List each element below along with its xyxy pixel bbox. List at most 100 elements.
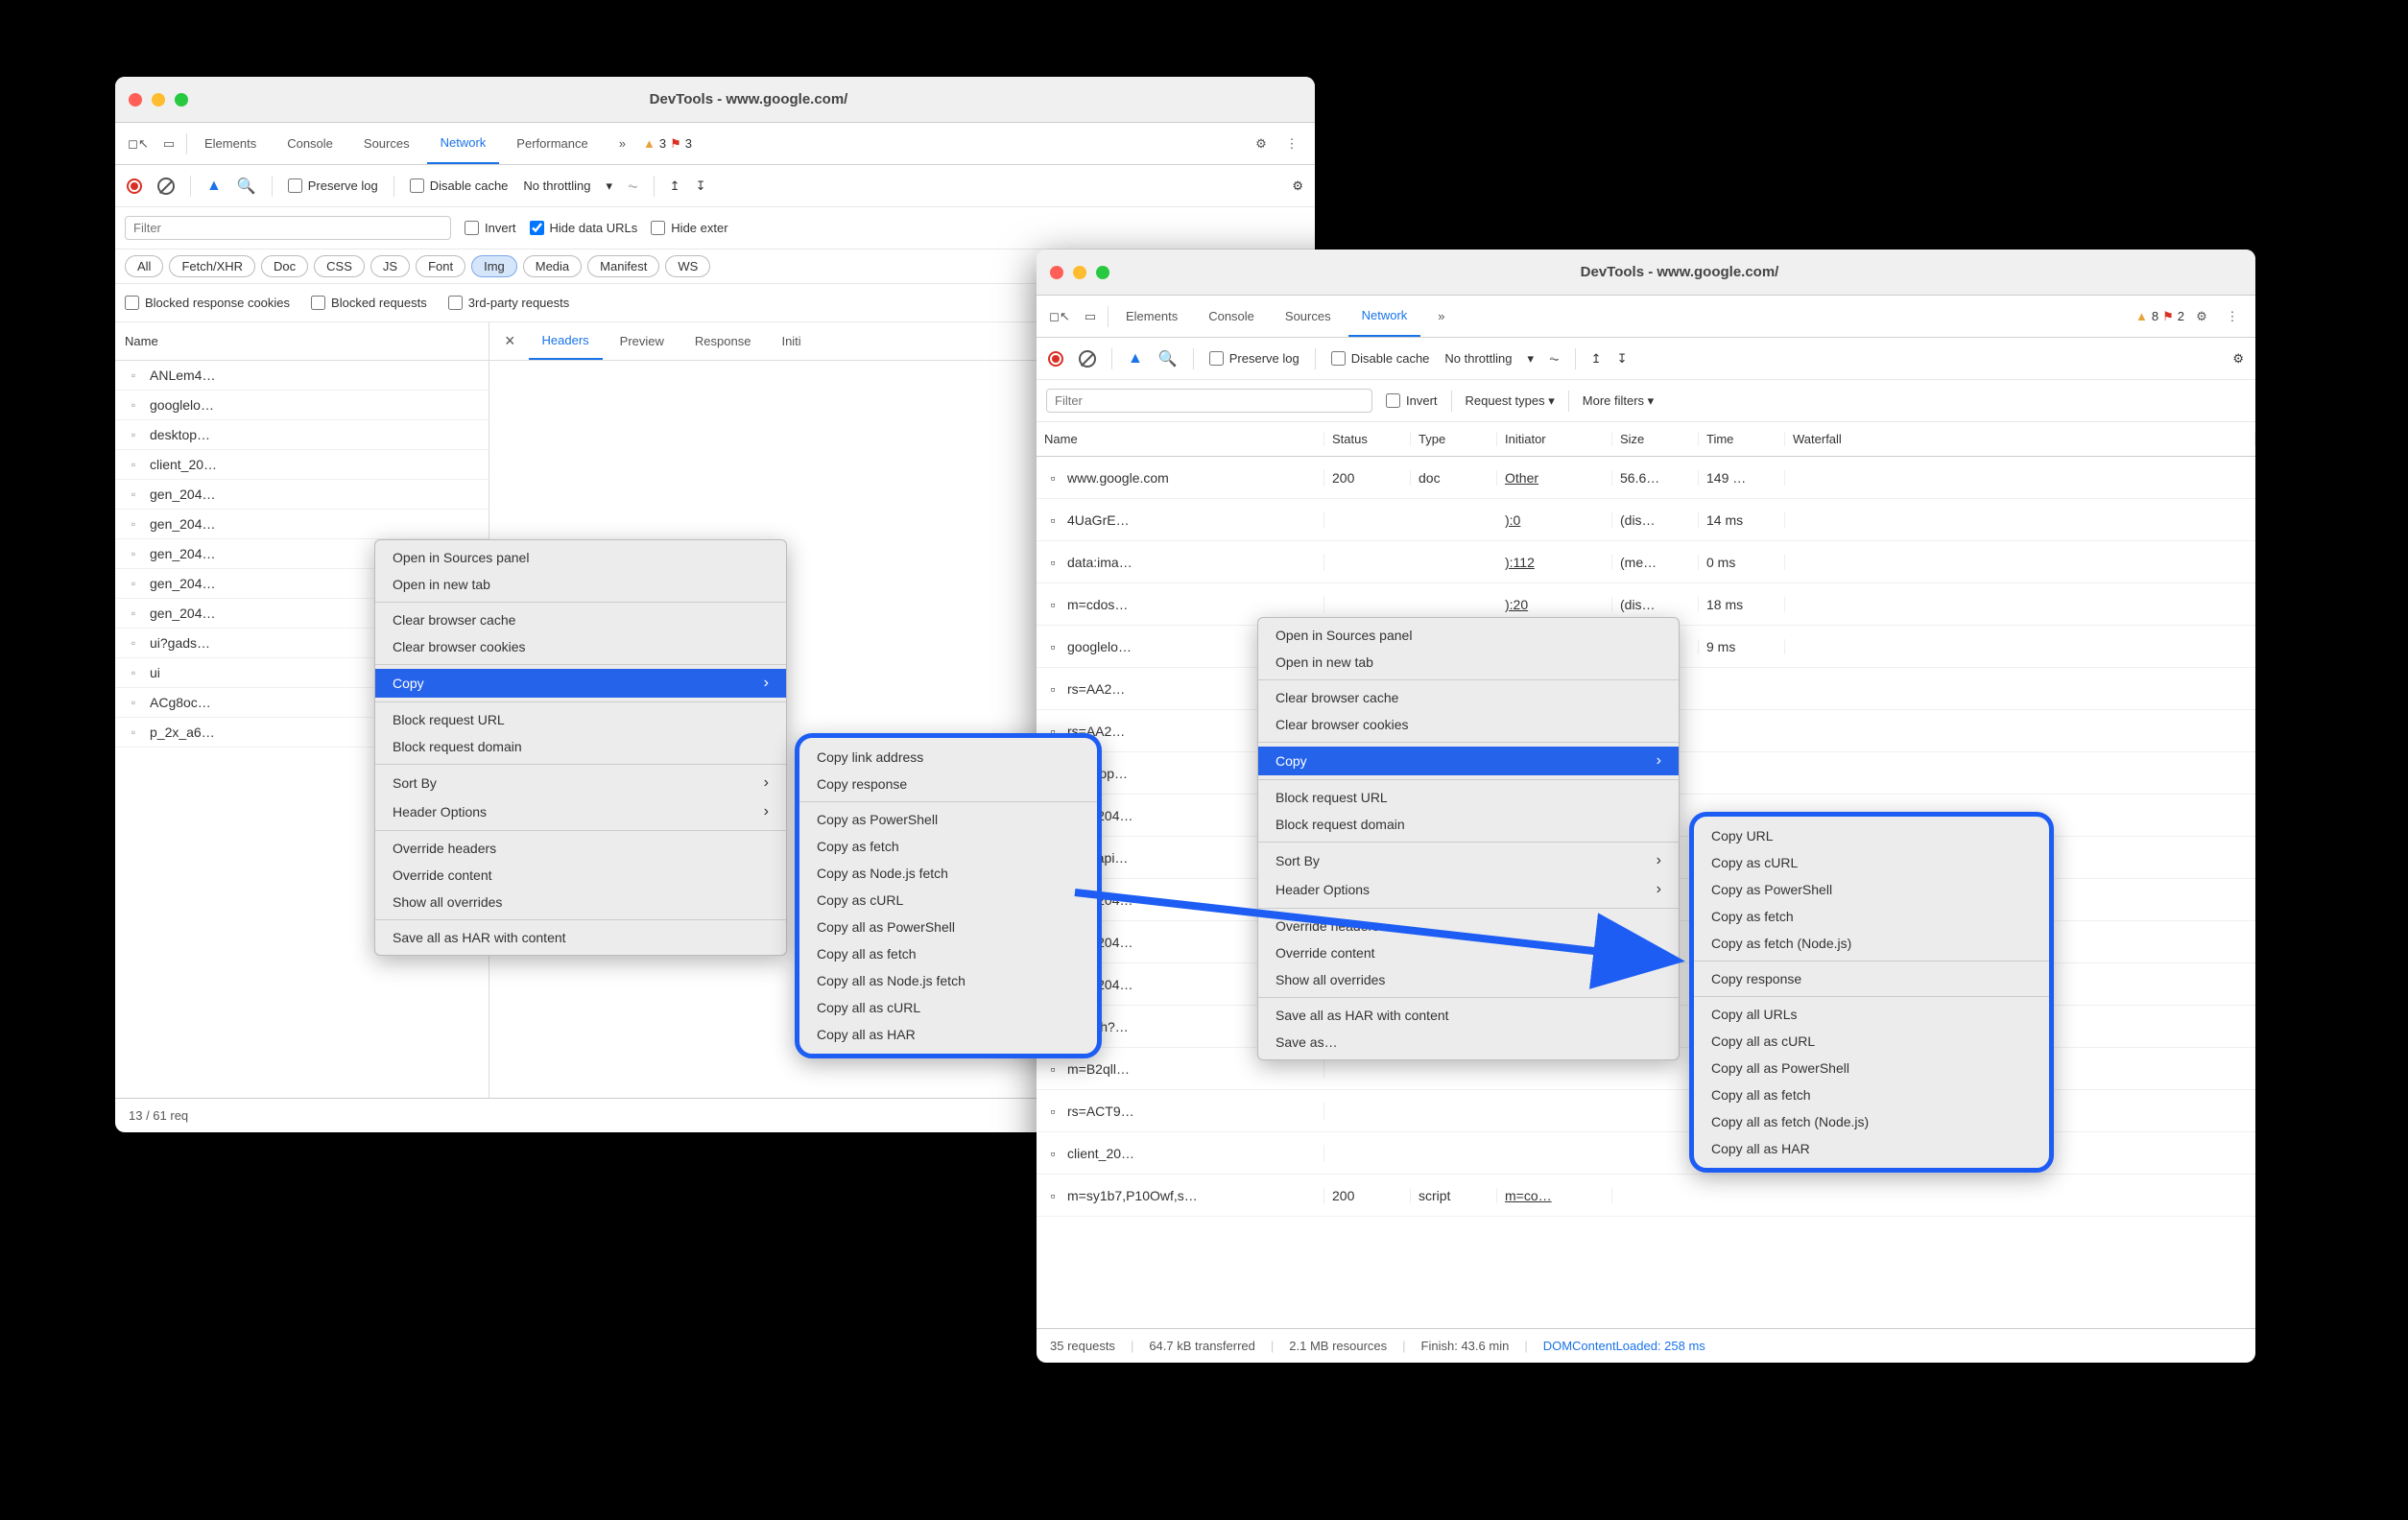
request-row[interactable]: ▫www.google.com200docOther56.6…149 …: [1037, 457, 2255, 499]
invert-cb[interactable]: Invert: [465, 221, 516, 235]
dtab-preview[interactable]: Preview: [607, 322, 678, 360]
hide-data-urls-cb[interactable]: Hide data URLs: [530, 221, 638, 235]
context-menu-left[interactable]: Open in Sources panel Open in new tab Cl…: [374, 539, 787, 956]
row-initiator[interactable]: m=co…: [1497, 1188, 1612, 1203]
mi-copy-url[interactable]: Copy URL: [1694, 822, 2049, 849]
throttling-select[interactable]: No throttling: [1444, 351, 1512, 366]
invert-cb[interactable]: Invert: [1386, 393, 1438, 408]
mi-copy-response[interactable]: Copy response: [1694, 965, 2049, 992]
clear-icon[interactable]: [1079, 350, 1096, 368]
mi-copy-all-powershell[interactable]: Copy all as PowerShell: [799, 914, 1097, 940]
mi-copy-all-curl[interactable]: Copy all as cURL: [799, 994, 1097, 1021]
mi-clear-cookies[interactable]: Clear browser cookies: [375, 633, 786, 660]
mi-open-new-tab[interactable]: Open in new tab: [1258, 649, 1679, 676]
warnings-badge[interactable]: ▲8: [2135, 309, 2158, 323]
tab-network[interactable]: Network: [427, 123, 500, 164]
disable-cache-cb[interactable]: Disable cache: [410, 178, 509, 193]
filter-input[interactable]: [125, 216, 451, 240]
type-fetchxhr[interactable]: Fetch/XHR: [169, 255, 255, 277]
request-row[interactable]: ▫googlelo…: [115, 391, 489, 420]
mi-block-domain[interactable]: Block request domain: [375, 733, 786, 760]
mi-copy[interactable]: Copy: [1258, 747, 1679, 775]
traffic-lights[interactable]: [1050, 266, 1109, 279]
type-font[interactable]: Font: [416, 255, 465, 277]
mi-save-as[interactable]: Save as…: [1258, 1029, 1679, 1056]
wifi-icon[interactable]: ⏦: [1549, 351, 1560, 367]
traffic-lights[interactable]: [129, 93, 188, 107]
tab-sources[interactable]: Sources: [1272, 296, 1345, 337]
search-icon[interactable]: 🔍: [1158, 349, 1178, 368]
name-column-header[interactable]: Name: [115, 322, 489, 361]
mi-copy-link[interactable]: Copy link address: [799, 744, 1097, 771]
mi-sort-by[interactable]: Sort By: [375, 769, 786, 797]
close-icon[interactable]: ×: [495, 331, 525, 351]
issues-badge[interactable]: ⚑2: [2162, 309, 2184, 324]
close-dot[interactable]: [1050, 266, 1063, 279]
search-icon[interactable]: 🔍: [237, 177, 256, 196]
hide-extensions-cb[interactable]: Hide exter: [651, 221, 727, 235]
tab-elements[interactable]: Elements: [191, 123, 270, 164]
download-icon[interactable]: ↧: [1617, 351, 1628, 367]
type-js[interactable]: JS: [370, 255, 410, 277]
mi-block-domain[interactable]: Block request domain: [1258, 811, 1679, 838]
mi-override-content[interactable]: Override content: [375, 862, 786, 889]
upload-icon[interactable]: ↥: [670, 178, 680, 194]
col-size[interactable]: Size: [1612, 432, 1699, 446]
request-row[interactable]: ▫m=sy1b7,P10Owf,s…200scriptm=co…: [1037, 1175, 2255, 1217]
max-dot[interactable]: [1096, 266, 1109, 279]
device-icon[interactable]: ▭: [155, 131, 182, 157]
request-row[interactable]: ▫rs=ACT9…: [1037, 1090, 2255, 1132]
mi-block-url[interactable]: Block request URL: [1258, 784, 1679, 811]
settings-icon[interactable]: ⚙: [2188, 303, 2215, 330]
mi-copy-curl[interactable]: Copy as cURL: [799, 887, 1097, 914]
settings-icon[interactable]: ⚙: [1248, 131, 1275, 157]
mi-save-har[interactable]: Save all as HAR with content: [375, 924, 786, 951]
filter-input[interactable]: [1046, 389, 1372, 413]
mi-copy-fetch-node[interactable]: Copy as fetch (Node.js): [1694, 930, 2049, 957]
request-row[interactable]: ▫4UaGrE…):0(dis…14 ms: [1037, 499, 2255, 541]
mi-clear-cache[interactable]: Clear browser cache: [375, 606, 786, 633]
mi-copy-node-fetch[interactable]: Copy as Node.js fetch: [799, 860, 1097, 887]
row-initiator[interactable]: Other: [1497, 470, 1612, 486]
mi-open-sources[interactable]: Open in Sources panel: [375, 544, 786, 571]
copy-submenu-right[interactable]: Copy URL Copy as cURL Copy as PowerShell…: [1689, 812, 2054, 1173]
preserve-log-cb[interactable]: Preserve log: [288, 178, 378, 193]
download-icon[interactable]: ↧: [696, 178, 706, 194]
mi-copy-all-har[interactable]: Copy all as HAR: [799, 1021, 1097, 1048]
issues-badge[interactable]: ⚑3: [670, 136, 692, 152]
wifi-icon[interactable]: ⏦: [628, 178, 638, 194]
max-dot[interactable]: [175, 93, 188, 107]
mi-copy-all-curl[interactable]: Copy all as cURL: [1694, 1028, 2049, 1055]
dtab-initiator[interactable]: Initi: [768, 322, 814, 360]
thirdparty-cb[interactable]: 3rd-party requests: [448, 296, 570, 310]
mi-copy-fetch[interactable]: Copy as fetch: [799, 833, 1097, 860]
row-initiator[interactable]: ):112: [1497, 555, 1612, 570]
col-name[interactable]: Name: [1037, 432, 1324, 446]
mi-copy-all-har[interactable]: Copy all as HAR: [1694, 1135, 2049, 1162]
col-waterfall[interactable]: Waterfall: [1785, 432, 2255, 446]
type-ws[interactable]: WS: [665, 255, 710, 277]
warnings-badge[interactable]: ▲3: [643, 136, 666, 151]
request-row[interactable]: ▫client_20…: [115, 450, 489, 480]
throttling-caret[interactable]: ▾: [607, 178, 613, 194]
mi-copy-all-fetch[interactable]: Copy all as fetch: [1694, 1081, 2049, 1108]
mi-block-url[interactable]: Block request URL: [375, 706, 786, 733]
request-row[interactable]: ▫client_20…: [1037, 1132, 2255, 1175]
record-icon[interactable]: [127, 178, 142, 194]
type-all[interactable]: All: [125, 255, 163, 277]
tab-console[interactable]: Console: [274, 123, 346, 164]
upload-icon[interactable]: ↥: [1591, 351, 1602, 367]
mi-copy-all-powershell[interactable]: Copy all as PowerShell: [1694, 1055, 2049, 1081]
tab-sources[interactable]: Sources: [350, 123, 423, 164]
min-dot[interactable]: [1073, 266, 1086, 279]
request-row[interactable]: ▫gen_204…: [115, 480, 489, 510]
more-filters-dropdown[interactable]: More filters ▾: [1583, 393, 1654, 409]
type-img[interactable]: Img: [471, 255, 517, 277]
mi-copy-response[interactable]: Copy response: [799, 771, 1097, 797]
request-row[interactable]: ▫ANLem4…: [115, 361, 489, 391]
mi-clear-cache[interactable]: Clear browser cache: [1258, 684, 1679, 711]
inspect-icon[interactable]: ◻↖: [1046, 303, 1073, 330]
mi-copy-all-urls[interactable]: Copy all URLs: [1694, 1001, 2049, 1028]
row-initiator[interactable]: ):0: [1497, 512, 1612, 528]
tabs-more[interactable]: »: [1424, 296, 1458, 337]
